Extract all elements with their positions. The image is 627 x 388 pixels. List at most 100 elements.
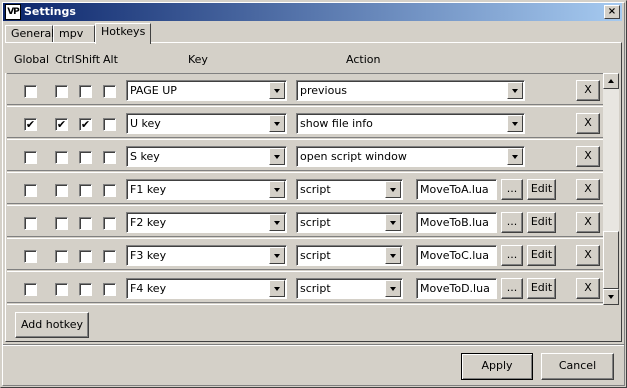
cancel-button[interactable]: Cancel bbox=[541, 353, 614, 380]
key-select[interactable]: F3 key bbox=[126, 245, 287, 266]
scroll-thumb[interactable] bbox=[603, 231, 619, 289]
checkbox-ctrl[interactable] bbox=[55, 283, 68, 296]
checkbox-shift[interactable] bbox=[79, 250, 92, 263]
checkbox-shift[interactable] bbox=[79, 217, 92, 230]
action-value: script bbox=[300, 216, 331, 229]
column-header: Global Ctrl Shift Alt Key Action bbox=[5, 43, 621, 73]
action-select[interactable]: script bbox=[296, 245, 403, 266]
tab-hotkeys[interactable]: Hotkeys bbox=[95, 23, 151, 44]
checkbox-ctrl[interactable] bbox=[55, 184, 68, 197]
hotkey-row: F4 key script MoveToD.lua... Edit X bbox=[7, 272, 603, 305]
checkbox-ctrl[interactable]: ✔ bbox=[55, 118, 68, 131]
chevron-down-icon[interactable] bbox=[507, 82, 523, 99]
chevron-down-icon[interactable] bbox=[385, 280, 401, 297]
checkbox-alt[interactable] bbox=[103, 184, 116, 197]
header-alt: Alt bbox=[103, 53, 118, 66]
checkbox-global[interactable] bbox=[24, 85, 37, 98]
key-select[interactable]: F1 key bbox=[126, 179, 287, 200]
close-button[interactable]: × bbox=[604, 5, 620, 19]
edit-script-button[interactable]: Edit bbox=[527, 278, 556, 299]
browse-button[interactable]: ... bbox=[501, 245, 523, 266]
remove-hotkey-button[interactable]: X bbox=[576, 212, 600, 233]
checkbox-ctrl[interactable] bbox=[55, 151, 68, 164]
scroll-down-icon[interactable] bbox=[603, 289, 619, 305]
chevron-down-icon[interactable] bbox=[269, 280, 285, 297]
chevron-down-icon[interactable] bbox=[507, 115, 523, 132]
key-select[interactable]: PAGE UP bbox=[126, 80, 287, 101]
checkbox-alt[interactable] bbox=[103, 217, 116, 230]
checkbox-global[interactable]: ✔ bbox=[24, 118, 37, 131]
checkbox-ctrl[interactable] bbox=[55, 85, 68, 98]
chevron-down-icon[interactable] bbox=[385, 214, 401, 231]
script-file-field[interactable]: MoveToD.lua bbox=[416, 278, 497, 299]
checkbox-alt[interactable] bbox=[103, 85, 116, 98]
scroll-up-icon[interactable] bbox=[603, 73, 619, 89]
action-select[interactable]: script bbox=[296, 278, 403, 299]
checkbox-shift[interactable] bbox=[79, 184, 92, 197]
checkbox-global[interactable] bbox=[24, 217, 37, 230]
checkbox-alt[interactable] bbox=[103, 250, 116, 263]
action-select[interactable]: script bbox=[296, 212, 403, 233]
browse-button[interactable]: ... bbox=[501, 278, 523, 299]
vertical-scrollbar[interactable] bbox=[603, 73, 619, 305]
key-select[interactable]: S key bbox=[126, 146, 287, 167]
checkbox-global[interactable] bbox=[24, 151, 37, 164]
checkbox-shift[interactable]: ✔ bbox=[79, 118, 92, 131]
remove-hotkey-button[interactable]: X bbox=[576, 146, 600, 167]
chevron-down-icon[interactable] bbox=[385, 247, 401, 264]
checkbox-ctrl[interactable] bbox=[55, 250, 68, 263]
browse-button[interactable]: ... bbox=[501, 179, 523, 200]
checkbox-alt[interactable] bbox=[103, 118, 116, 131]
edit-script-button[interactable]: Edit bbox=[527, 245, 556, 266]
title-bar[interactable]: VP Settings × bbox=[3, 3, 622, 21]
action-value: open script window bbox=[300, 150, 407, 163]
browse-button[interactable]: ... bbox=[501, 212, 523, 233]
checkbox-shift[interactable] bbox=[79, 151, 92, 164]
chevron-down-icon[interactable] bbox=[269, 82, 285, 99]
script-file-field[interactable]: MoveToA.lua bbox=[416, 179, 497, 200]
key-select[interactable]: F2 key bbox=[126, 212, 287, 233]
checkbox-shift[interactable] bbox=[79, 85, 92, 98]
row-divider bbox=[7, 269, 603, 270]
apply-button[interactable]: Apply bbox=[461, 353, 533, 380]
checkbox-global[interactable] bbox=[24, 184, 37, 197]
hotkey-list: PAGE UP previous X ✔ ✔ ✔ U key show file info X S… bbox=[7, 73, 603, 305]
chevron-down-icon[interactable] bbox=[507, 148, 523, 165]
key-value: F2 key bbox=[130, 216, 167, 229]
action-select[interactable]: open script window bbox=[296, 146, 525, 167]
checkbox-alt[interactable] bbox=[103, 283, 116, 296]
key-select[interactable]: F4 key bbox=[126, 278, 287, 299]
checkbox-global[interactable] bbox=[24, 250, 37, 263]
checkbox-alt[interactable] bbox=[103, 151, 116, 164]
footer-divider bbox=[3, 344, 624, 346]
chevron-down-icon[interactable] bbox=[269, 247, 285, 264]
edit-script-button[interactable]: Edit bbox=[527, 212, 556, 233]
header-global: Global bbox=[14, 53, 50, 66]
checkbox-ctrl[interactable] bbox=[55, 217, 68, 230]
script-file-field[interactable]: MoveToB.lua bbox=[416, 212, 497, 233]
row-divider bbox=[7, 170, 603, 171]
chevron-down-icon[interactable] bbox=[269, 181, 285, 198]
action-select[interactable]: show file info bbox=[296, 113, 525, 134]
add-hotkey-button[interactable]: Add hotkey bbox=[15, 312, 89, 338]
checkbox-global[interactable] bbox=[24, 283, 37, 296]
script-file-field[interactable]: MoveToC.lua bbox=[416, 245, 497, 266]
tab-general[interactable]: General bbox=[5, 25, 54, 43]
edit-script-button[interactable]: Edit bbox=[527, 179, 556, 200]
header-shift: Shift bbox=[75, 53, 101, 66]
chevron-down-icon[interactable] bbox=[385, 181, 401, 198]
chevron-down-icon[interactable] bbox=[269, 148, 285, 165]
remove-hotkey-button[interactable]: X bbox=[576, 179, 600, 200]
action-select[interactable]: previous bbox=[296, 80, 525, 101]
remove-hotkey-button[interactable]: X bbox=[576, 80, 600, 101]
remove-hotkey-button[interactable]: X bbox=[576, 278, 600, 299]
remove-hotkey-button[interactable]: X bbox=[576, 113, 600, 134]
chevron-down-icon[interactable] bbox=[269, 115, 285, 132]
tab-mpv[interactable]: mpv bbox=[53, 25, 95, 43]
action-select[interactable]: script bbox=[296, 179, 403, 200]
header-ctrl: Ctrl bbox=[55, 53, 75, 66]
checkbox-shift[interactable] bbox=[79, 283, 92, 296]
chevron-down-icon[interactable] bbox=[269, 214, 285, 231]
remove-hotkey-button[interactable]: X bbox=[576, 245, 600, 266]
key-select[interactable]: U key bbox=[126, 113, 287, 134]
